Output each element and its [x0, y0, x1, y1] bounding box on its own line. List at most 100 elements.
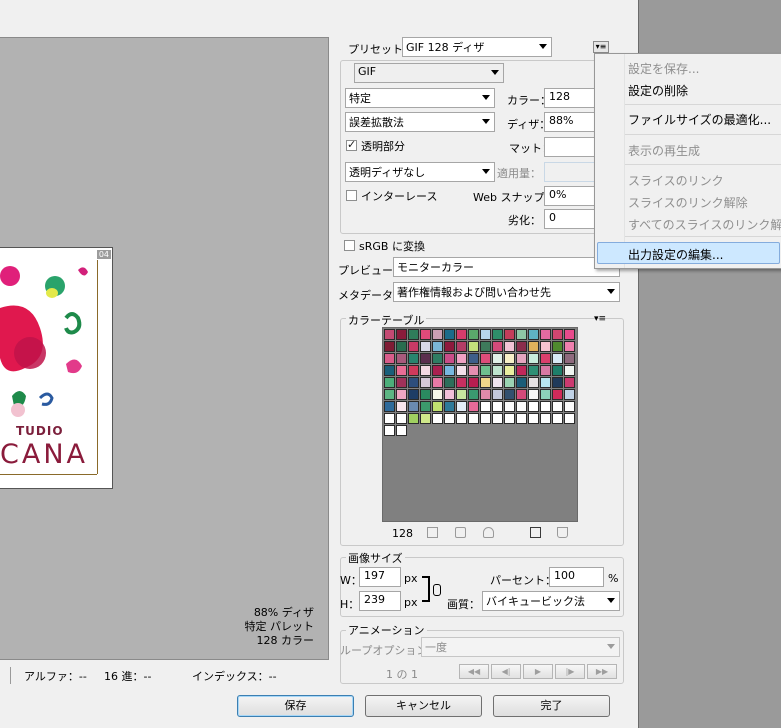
menu-item-delete-settings[interactable]: 設定の削除 [628, 82, 688, 99]
color-swatch[interactable] [444, 365, 455, 376]
color-swatch[interactable] [480, 329, 491, 340]
color-swatch[interactable] [456, 401, 467, 412]
web-shift-icon[interactable] [455, 527, 466, 538]
color-swatch[interactable] [528, 389, 539, 400]
color-swatch[interactable] [444, 329, 455, 340]
preview-pane[interactable]: 04 TUDIO CANA 88% ディザ 特定 パレット 128 カラー [0, 37, 329, 660]
width-input[interactable]: 197 [359, 567, 401, 587]
color-swatch[interactable] [492, 401, 503, 412]
color-table-grid[interactable] [382, 327, 578, 522]
loop-select[interactable]: 一度 [421, 637, 620, 657]
color-swatch[interactable] [480, 341, 491, 352]
color-swatch[interactable] [504, 413, 515, 424]
color-swatch[interactable] [552, 389, 563, 400]
menu-item-link-slices[interactable]: スライスのリンク [628, 172, 724, 189]
color-swatch[interactable] [552, 341, 563, 352]
color-swatch[interactable] [564, 377, 575, 388]
color-swatch[interactable] [432, 377, 443, 388]
color-swatch[interactable] [408, 389, 419, 400]
preview-image[interactable]: 04 TUDIO CANA [0, 247, 113, 489]
color-swatch[interactable] [540, 365, 551, 376]
color-swatch[interactable] [564, 353, 575, 364]
save-button[interactable]: 保存 [237, 695, 354, 717]
color-swatch[interactable] [432, 329, 443, 340]
color-swatch[interactable] [540, 389, 551, 400]
last-frame-button[interactable]: ▶▶ [587, 664, 617, 679]
color-swatch[interactable] [420, 365, 431, 376]
menu-item-save-settings[interactable]: 設定を保存... [628, 60, 699, 77]
color-swatch[interactable] [384, 401, 395, 412]
color-swatch[interactable] [456, 329, 467, 340]
color-swatch[interactable] [492, 377, 503, 388]
color-swatch[interactable] [396, 389, 407, 400]
color-swatch[interactable] [432, 353, 443, 364]
interlaced-checkbox[interactable] [346, 190, 357, 201]
color-swatch[interactable] [540, 341, 551, 352]
color-swatch[interactable] [492, 329, 503, 340]
color-swatch[interactable] [504, 329, 515, 340]
menu-item-optimize-file-size[interactable]: ファイルサイズの最適化... [628, 111, 771, 128]
color-swatch[interactable] [540, 377, 551, 388]
color-swatch[interactable] [540, 401, 551, 412]
color-swatch[interactable] [504, 389, 515, 400]
color-swatch[interactable] [504, 377, 515, 388]
preset-select[interactable]: GIF 128 ディザ [402, 37, 552, 57]
color-swatch[interactable] [408, 377, 419, 388]
color-swatch[interactable] [420, 329, 431, 340]
color-swatch[interactable] [492, 389, 503, 400]
color-swatch[interactable] [444, 389, 455, 400]
color-swatch[interactable] [480, 413, 491, 424]
color-swatch[interactable] [396, 353, 407, 364]
color-swatch[interactable] [468, 413, 479, 424]
color-swatch[interactable] [408, 401, 419, 412]
color-swatch[interactable] [480, 353, 491, 364]
lossy-input[interactable]: 0 [544, 209, 596, 229]
color-swatch[interactable] [528, 377, 539, 388]
color-swatch[interactable] [564, 365, 575, 376]
quality-select[interactable]: バイキュービック法 [482, 591, 620, 611]
color-swatch[interactable] [516, 389, 527, 400]
color-swatch[interactable] [504, 353, 515, 364]
color-swatch[interactable] [456, 353, 467, 364]
color-swatch[interactable] [456, 341, 467, 352]
color-table-menu-icon[interactable]: ▾≡ [594, 314, 606, 324]
color-swatch[interactable] [528, 401, 539, 412]
preview-select[interactable]: モニターカラー [393, 257, 620, 277]
color-swatch[interactable] [408, 341, 419, 352]
color-swatch[interactable] [396, 341, 407, 352]
color-swatch[interactable] [528, 329, 539, 340]
color-swatch[interactable] [384, 413, 395, 424]
color-swatch[interactable] [420, 401, 431, 412]
color-swatch[interactable] [432, 389, 443, 400]
color-swatch[interactable] [468, 401, 479, 412]
color-swatch[interactable] [384, 389, 395, 400]
color-swatch[interactable] [408, 413, 419, 424]
color-swatch[interactable] [552, 377, 563, 388]
color-swatch[interactable] [552, 353, 563, 364]
color-swatch[interactable] [384, 365, 395, 376]
color-swatch[interactable] [528, 353, 539, 364]
color-swatch[interactable] [504, 401, 515, 412]
color-swatch[interactable] [408, 353, 419, 364]
color-swatch[interactable] [552, 329, 563, 340]
cancel-button[interactable]: キャンセル [365, 695, 482, 717]
color-swatch[interactable] [552, 413, 563, 424]
color-swatch[interactable] [516, 413, 527, 424]
color-swatch[interactable] [456, 413, 467, 424]
color-swatch[interactable] [468, 365, 479, 376]
color-swatch[interactable] [420, 389, 431, 400]
color-swatch[interactable] [384, 341, 395, 352]
color-swatch[interactable] [528, 413, 539, 424]
color-swatch[interactable] [540, 353, 551, 364]
color-swatch[interactable] [468, 353, 479, 364]
trash-icon[interactable] [557, 527, 568, 538]
color-swatch[interactable] [516, 401, 527, 412]
color-swatch[interactable] [444, 341, 455, 352]
reduction-select[interactable]: 特定 [345, 88, 495, 108]
color-swatch[interactable] [384, 377, 395, 388]
color-swatch[interactable] [408, 365, 419, 376]
color-swatch[interactable] [468, 389, 479, 400]
play-button[interactable]: ▶ [523, 664, 553, 679]
color-swatch[interactable] [492, 341, 503, 352]
height-input[interactable]: 239 [359, 591, 401, 611]
